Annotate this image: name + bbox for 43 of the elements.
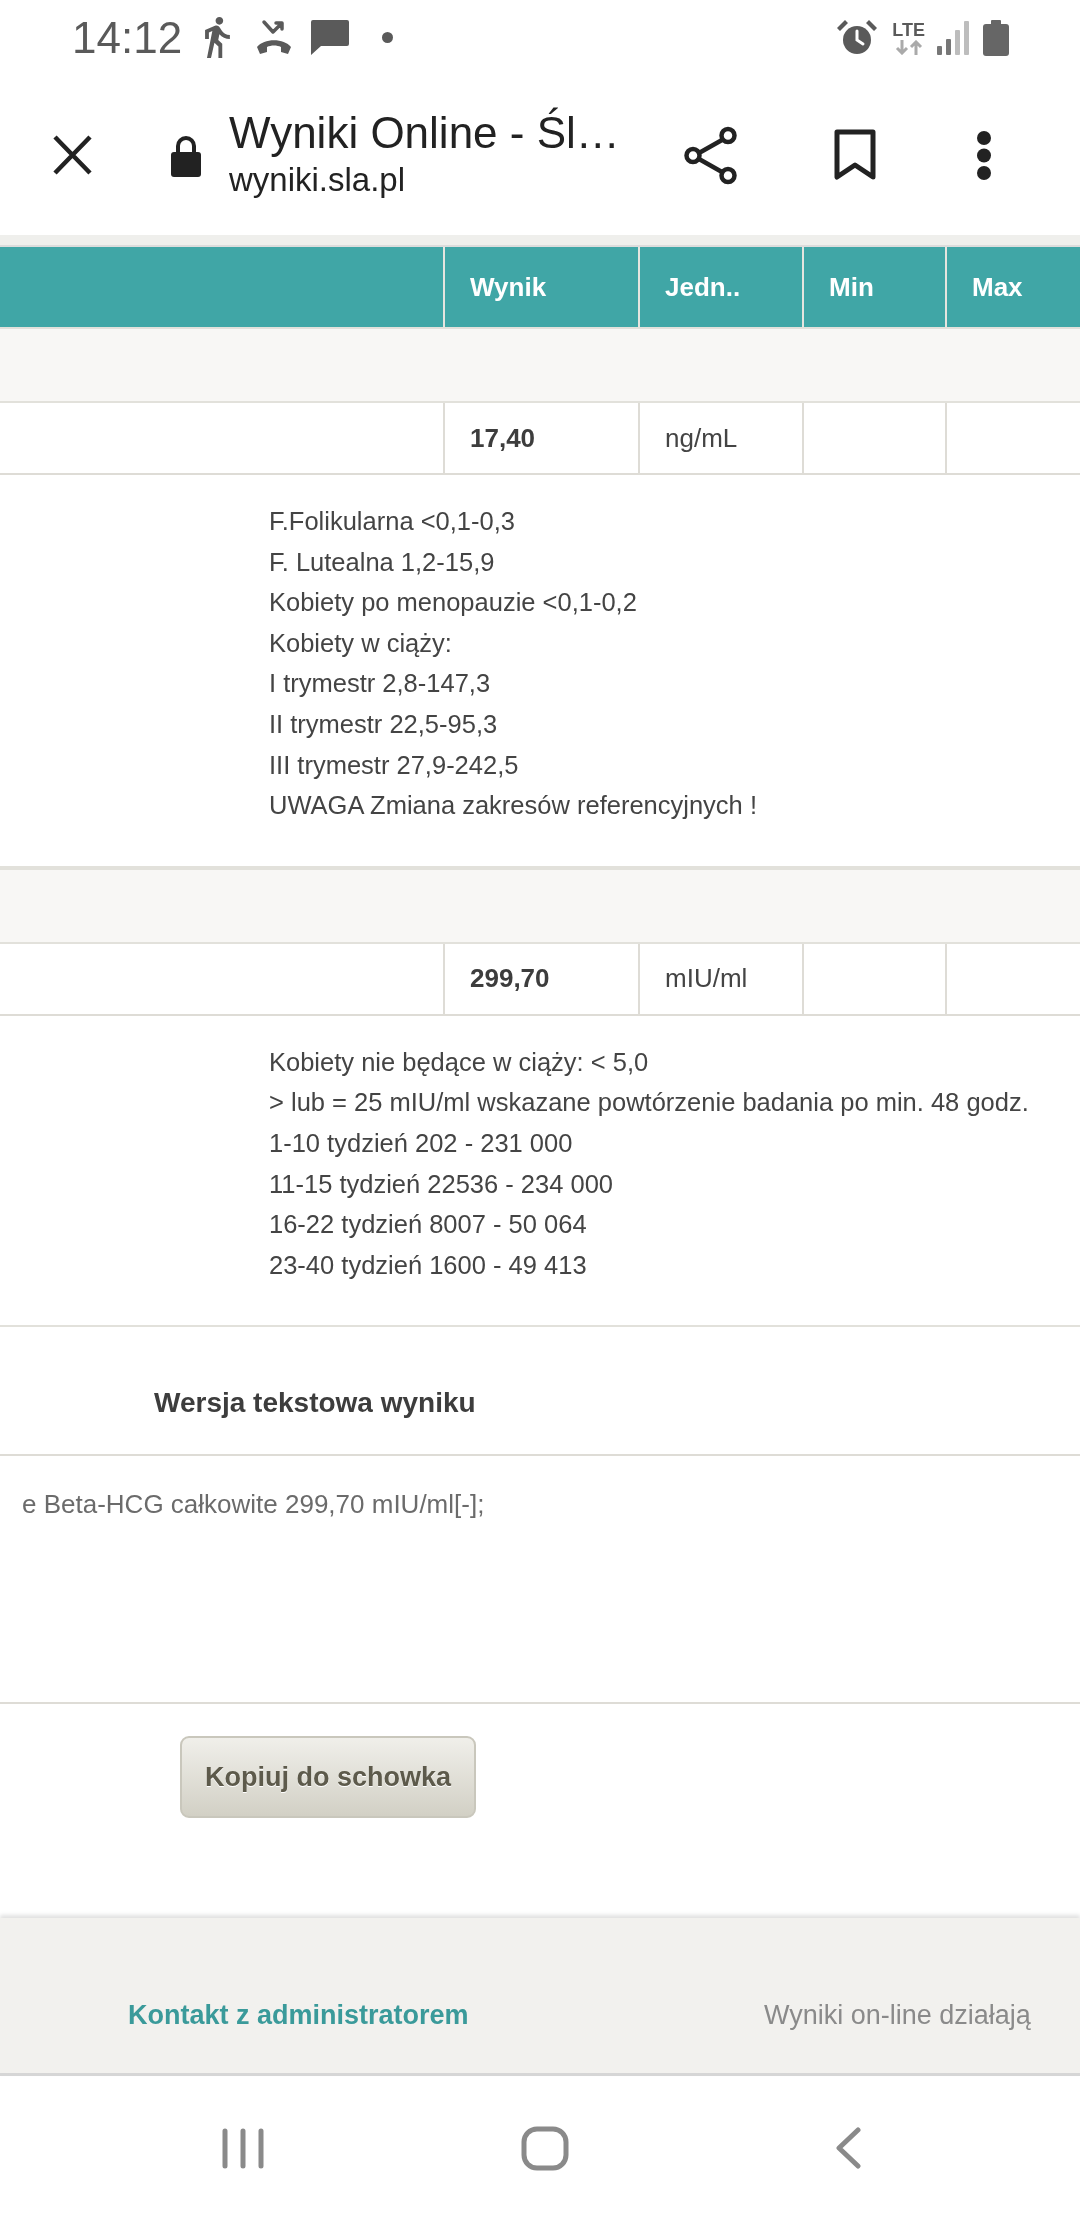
network-type-label: LTE (892, 20, 925, 40)
share-icon[interactable] (684, 125, 737, 185)
signal-strength-icon (937, 20, 970, 55)
recent-apps-icon[interactable] (222, 2127, 264, 2169)
reference-range-line: Kobiety nie będące w ciąży: < 5,0 (269, 1046, 649, 1078)
result-value-cell: 17,40 (443, 403, 638, 473)
reference-range-line: 1-10 tydzień 202 - 231 000 (269, 1127, 573, 1159)
walking-person-icon (202, 17, 233, 58)
contact-link[interactable]: Kontakt z administratorem (128, 1994, 469, 2035)
reference-range-line: III trymestr 27,9-242,5 (269, 749, 519, 781)
bookmark-icon[interactable] (834, 129, 876, 181)
page-url: wyniki.sla.pl (229, 160, 406, 200)
footer-note: Wyniki on-line działają (764, 1998, 1031, 2032)
reference-range-line: > lub = 25 mIU/ml wskazane powtórzenie badania po min. 48 godz. (269, 1087, 1029, 1119)
reference-range-line: Kobiety po menopauzie <0,1-0,2 (269, 587, 637, 619)
home-icon[interactable] (521, 2125, 569, 2171)
reference-range-line: 23-40 tydzień 1600 - 49 413 (269, 1249, 587, 1281)
result-value-cell: 299,70 (443, 943, 638, 1014)
reference-range-line: F.Folikularna <0,1-0,3 (269, 506, 515, 537)
page-title: Wyniki Online - Śl… (229, 108, 620, 158)
close-icon[interactable] (52, 135, 93, 175)
unit-cell: ng/mL (638, 403, 802, 473)
more-options-icon[interactable] (977, 130, 991, 180)
reference-range-line: UWAGA Zmiana zakresów referencyjnych ! (269, 790, 757, 822)
alarm-clock-icon (837, 19, 878, 56)
copy-button[interactable]: Kopiuj do schowka (180, 1736, 476, 1819)
missed-call-icon (256, 18, 293, 57)
reference-range-line: II trymestr 22,5-95,3 (269, 708, 498, 740)
notification-dot-icon (382, 32, 394, 43)
reference-range-line: I trymestr 2,8-147,3 (269, 668, 491, 700)
message-icon (311, 20, 350, 55)
section-heading: Wersja tekstowa wyniku (154, 1387, 476, 1419)
reference-range-line: 11-15 tydzień 22536 - 234 000 (269, 1168, 614, 1200)
result-text-field[interactable]: e Beta-HCG całkowite 299,70 mIU/ml[-]; (0, 1454, 1080, 1705)
clock-time: 14:12 (72, 15, 183, 60)
data-arrows-icon (893, 39, 924, 55)
reference-range-line: F. Lutealna 1,2-15,9 (269, 546, 495, 578)
reference-range-line: Kobiety w ciąży: (269, 627, 452, 659)
back-icon[interactable] (835, 2127, 861, 2170)
unit-cell: mIU/ml (638, 943, 802, 1014)
battery-icon (983, 19, 1009, 56)
reference-range-line: 16-22 tydzień 8007 - 50 064 (269, 1209, 587, 1241)
lock-icon (170, 133, 202, 177)
